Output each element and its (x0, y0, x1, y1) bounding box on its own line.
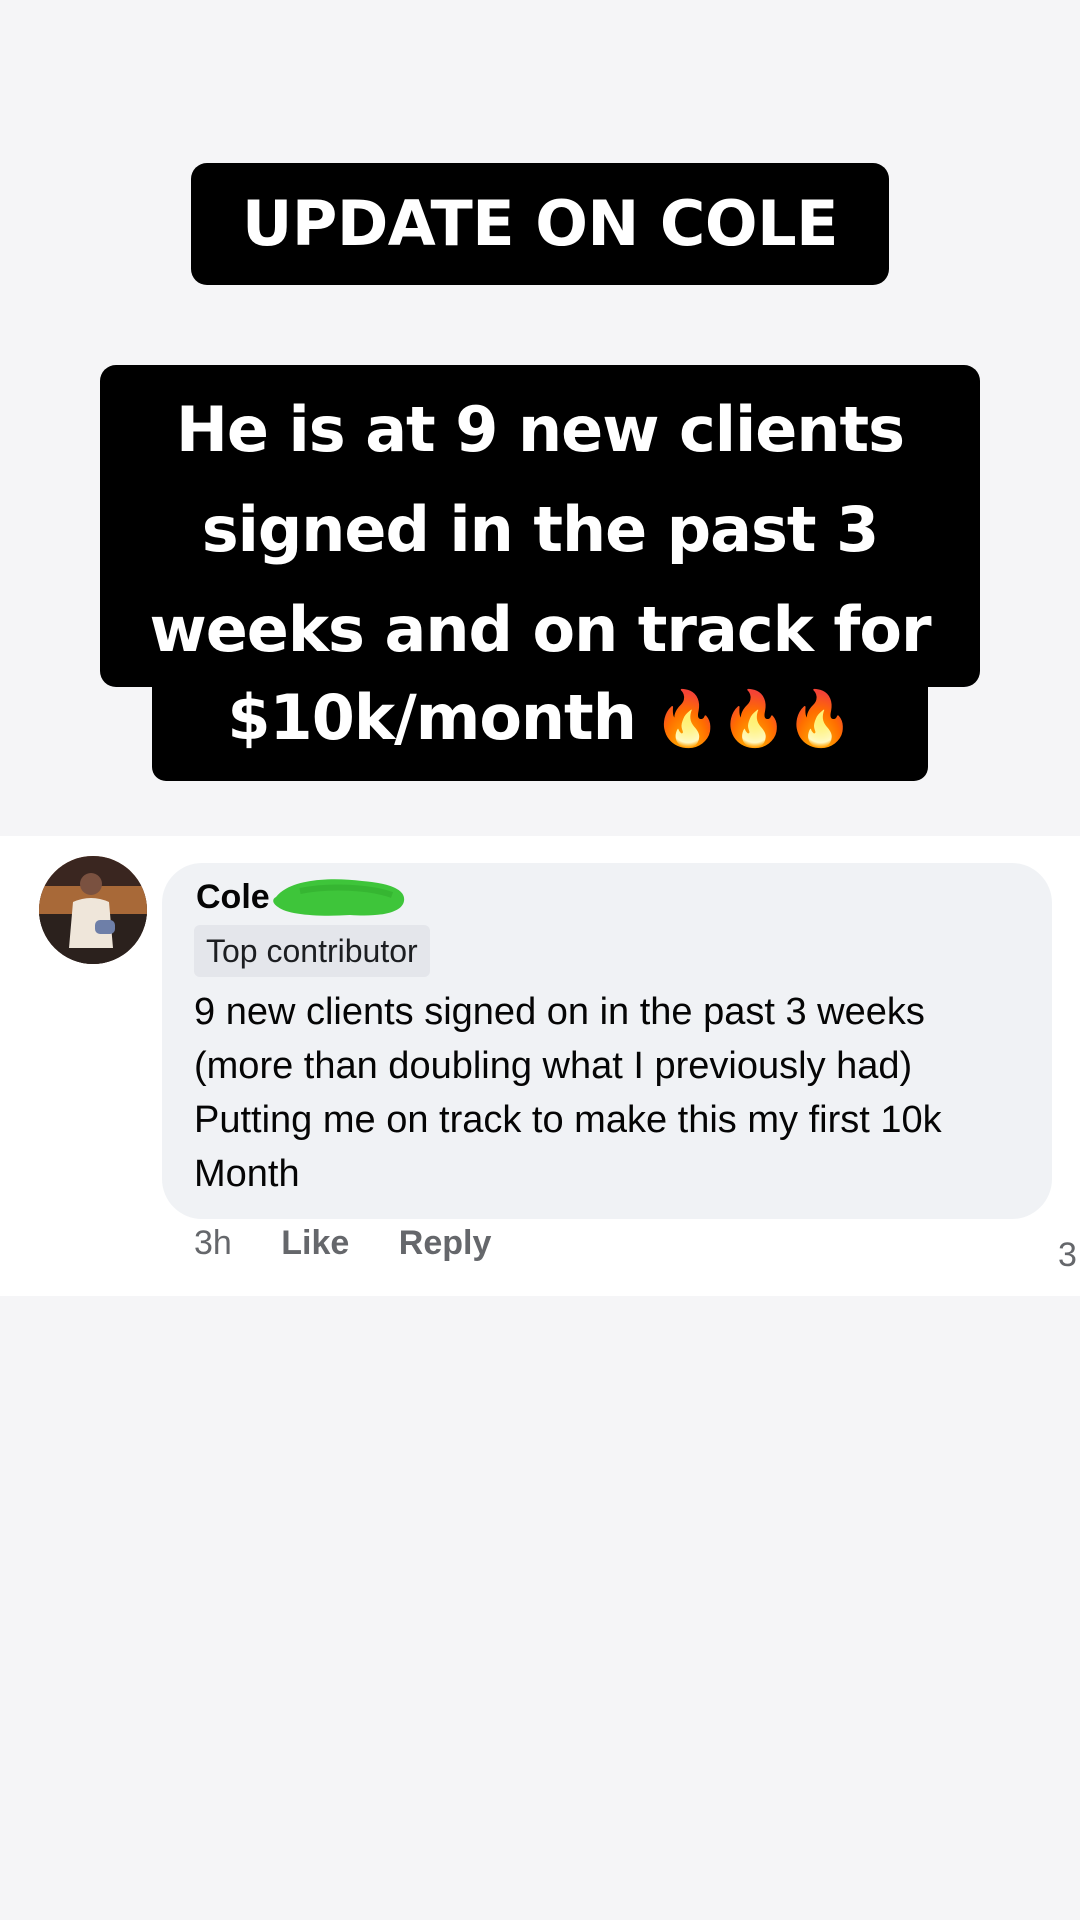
comment-author-name[interactable]: Cole (196, 878, 270, 917)
comment-line-4: Month (194, 1153, 300, 1195)
caption-line-4: $10k/month 🔥🔥🔥 (152, 681, 928, 754)
comment-line-3: Putting me on track to make this my firs… (194, 1099, 942, 1141)
comment-body: 9 new clients signed on in the past 3 we… (194, 985, 1034, 1201)
story-caption: He is at 9 new clients signed in the pas… (100, 365, 980, 687)
comment-timestamp[interactable]: 3h (194, 1224, 232, 1263)
fire-emoji: 🔥🔥🔥 (653, 687, 854, 750)
comment-actions: 3h Like Reply (194, 1224, 531, 1263)
top-contributor-badge: Top contributor (194, 925, 430, 977)
story-headline: UPDATE ON COLE (191, 163, 889, 285)
like-button[interactable]: Like (281, 1224, 349, 1263)
name-redaction-scribble (273, 879, 405, 916)
avatar[interactable] (39, 856, 147, 964)
caption-amount: $10k/month (227, 681, 636, 754)
comment-line-2: (more than doubling what I previously ha… (194, 1045, 913, 1087)
reply-button[interactable]: Reply (399, 1224, 492, 1263)
story-caption-tail: $10k/month 🔥🔥🔥 (152, 681, 928, 781)
avatar-photo (39, 856, 147, 964)
comment-line-1: 9 new clients signed on in the past 3 we… (194, 991, 925, 1033)
caption-line-3: weeks and on track for (149, 593, 931, 666)
caption-line-1: He is at 9 new clients (175, 393, 905, 466)
caption-line-2: signed in the past 3 (201, 493, 880, 566)
reaction-count[interactable]: 3 (1058, 1236, 1077, 1275)
